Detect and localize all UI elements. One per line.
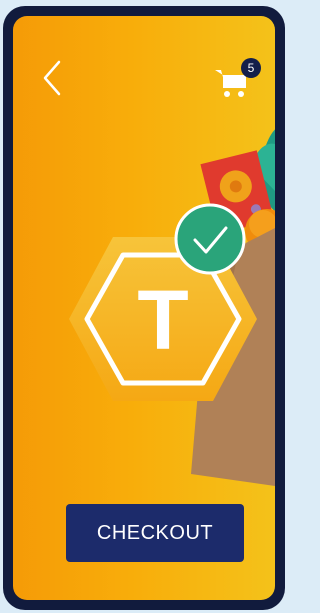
app-screen: 5 T CHECKOUT — [13, 16, 275, 600]
device-frame: 5 T CHECKOUT — [3, 6, 285, 610]
cart-button[interactable]: 5 — [213, 58, 261, 102]
logo-letter: T — [137, 273, 188, 367]
cart-count-badge: 5 — [241, 58, 261, 78]
back-button[interactable] — [39, 58, 65, 98]
checkout-button[interactable]: CHECKOUT — [66, 504, 244, 562]
checkmark-icon — [174, 203, 246, 275]
chevron-left-icon — [43, 60, 61, 96]
